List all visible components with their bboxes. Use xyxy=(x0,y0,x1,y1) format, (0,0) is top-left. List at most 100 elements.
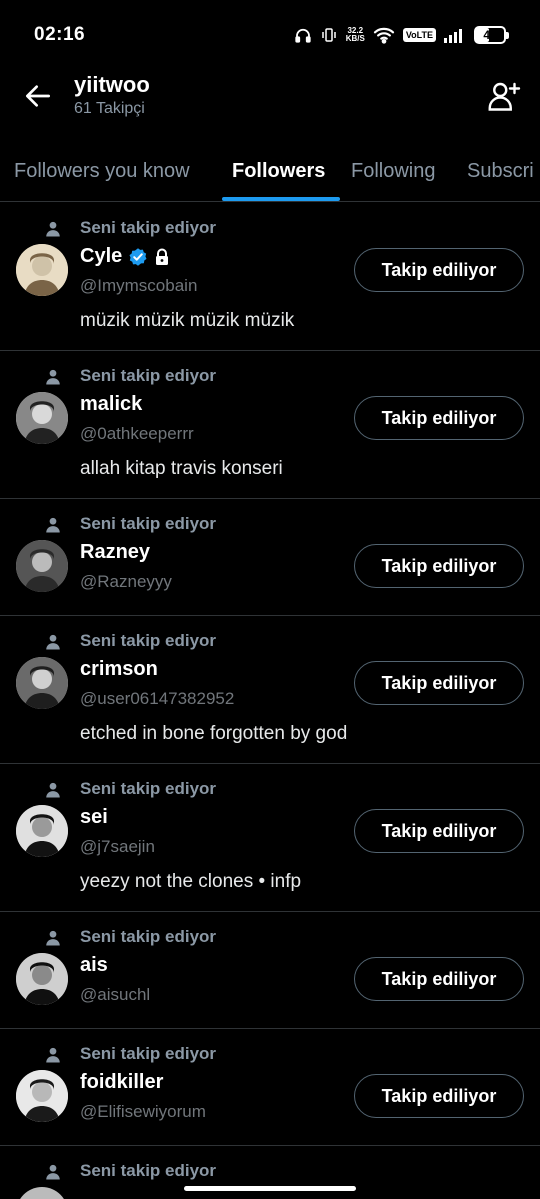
avatar-cyle-icon xyxy=(16,244,68,296)
avatar[interactable] xyxy=(16,1187,68,1199)
vibrate-icon xyxy=(321,28,336,42)
avatar[interactable] xyxy=(16,805,68,857)
user-display-name: malick xyxy=(80,393,143,415)
avatar[interactable] xyxy=(16,392,68,444)
follower-count: 61 Takipçi xyxy=(74,100,145,117)
person-icon xyxy=(46,1047,60,1063)
follower-row[interactable]: Seni takip ediyor malick @0athkeeperrr all… xyxy=(0,351,540,499)
avatar-razney-icon xyxy=(16,540,68,592)
person-icon xyxy=(46,782,60,798)
status-time: 02:16 xyxy=(34,24,86,45)
avatar[interactable] xyxy=(16,540,68,592)
back-button[interactable] xyxy=(22,80,54,112)
user-name[interactable]: Cyle xyxy=(80,245,170,268)
add-user-button[interactable] xyxy=(486,78,522,114)
user-handle: @Elifisewiyorum xyxy=(80,1102,206,1121)
page-title: yiitwoo xyxy=(74,72,150,97)
following-button[interactable]: Takip ediliyor xyxy=(354,957,524,1001)
network-speed: 32.2 KB/S xyxy=(346,27,365,43)
tab-subscriptions[interactable]: Subscri xyxy=(467,140,534,201)
user-handle: @aisuchl xyxy=(80,985,151,1004)
person-icon xyxy=(46,634,60,650)
follows-you-label: Seni takip ediyor xyxy=(80,366,217,385)
follows-you-label: Seni takip ediyor xyxy=(80,218,217,237)
volte-badge: VoLTE xyxy=(402,28,436,42)
following-button[interactable]: Takip ediliyor xyxy=(354,809,524,853)
avatar-crimson-icon xyxy=(16,657,68,709)
avatar-sei-icon xyxy=(16,805,68,857)
following-button[interactable]: Takip ediliyor xyxy=(354,661,524,705)
follows-you-label: Seni takip ediyor xyxy=(80,927,217,946)
active-tab-indicator xyxy=(222,197,340,201)
avatar[interactable] xyxy=(16,244,68,296)
status-icons: 32.2 KB/S VoLTE 46 xyxy=(294,24,509,46)
battery-level: 46 xyxy=(483,28,497,42)
user-bio: yeezy not the clones • infp xyxy=(80,871,302,892)
user-display-name: Razney xyxy=(80,541,151,563)
follows-you-label: Seni takip ediyor xyxy=(80,514,217,533)
follower-row[interactable]: Seni takip ediyor foidkiller @Elifisewiyo… xyxy=(0,1029,540,1146)
person-add-icon xyxy=(488,82,521,111)
user-display-name: crimson xyxy=(80,658,158,680)
avatar[interactable] xyxy=(16,1070,68,1122)
avatar-foidkiller-icon xyxy=(16,1070,68,1122)
user-display-name: sei xyxy=(80,806,108,828)
user-name[interactable]: foidkiller xyxy=(80,1071,163,1094)
person-icon xyxy=(46,221,60,237)
person-icon xyxy=(46,369,60,385)
user-bio: etched in bone forgotten by god xyxy=(80,723,348,744)
battery-icon: 46 xyxy=(474,26,509,44)
follower-row[interactable]: Seni takip ediyor Razney @Razneyyy Takip e… xyxy=(0,499,540,616)
headphones-icon xyxy=(295,28,311,43)
wifi-icon xyxy=(373,27,394,44)
user-handle: @0athkeeperrr xyxy=(80,424,194,443)
tab-followers[interactable]: Followers xyxy=(232,140,325,201)
person-icon xyxy=(46,517,60,533)
arrow-left-icon xyxy=(26,85,50,107)
follower-row[interactable]: Seni takip ediyor Cyle @Imymscobain müzik … xyxy=(0,203,540,351)
status-bar: 02:16 32.2 KB/S VoLTE 46 xyxy=(0,0,540,68)
user-name[interactable]: crimson xyxy=(80,658,158,681)
profile-header: yiitwoo 61 Takipçi xyxy=(0,68,540,138)
user-display-name: foidkiller xyxy=(80,1071,164,1093)
following-button[interactable]: Takip ediliyor xyxy=(354,396,524,440)
following-button[interactable]: Takip ediliyor xyxy=(354,1074,524,1118)
user-display-name: Cyle xyxy=(80,245,123,267)
avatar-ais-icon xyxy=(16,953,68,1005)
user-handle: @user06147382952 xyxy=(80,689,235,708)
avatar[interactable] xyxy=(16,953,68,1005)
user-display-name: ais xyxy=(80,954,108,976)
follows-you-label: Seni takip ediyor xyxy=(80,1161,217,1180)
tab-bar: Followers you know Followers Following S… xyxy=(0,140,540,202)
user-name[interactable]: ais xyxy=(80,954,108,977)
follows-you-label: Seni takip ediyor xyxy=(80,631,217,650)
following-button[interactable]: Takip ediliyor xyxy=(354,248,524,292)
follower-row[interactable]: Seni takip ediyor sei @j7saejin yeezy not … xyxy=(0,764,540,912)
person-icon xyxy=(46,930,60,946)
avatar[interactable] xyxy=(16,657,68,709)
user-handle: @Imymscobain xyxy=(80,276,198,295)
user-name[interactable]: malick xyxy=(80,393,142,416)
network-speed-unit: KB/S xyxy=(345,34,365,43)
follows-you-label: Seni takip ediyor xyxy=(80,779,217,798)
battery-cap xyxy=(506,32,509,39)
verified-badge-icon xyxy=(129,247,147,266)
lock-icon xyxy=(156,248,169,265)
following-button[interactable]: Takip ediliyor xyxy=(354,544,524,588)
tab-followers-you-know[interactable]: Followers you know xyxy=(14,140,190,201)
avatar-malick-icon xyxy=(16,392,68,444)
follower-row[interactable]: Seni takip ediyor xyxy=(0,1146,540,1199)
signal-icon xyxy=(444,29,462,43)
user-bio: müzik müzik müzik müzik xyxy=(80,310,295,331)
follower-row[interactable]: Seni takip ediyor ais @aisuchl Takip edili… xyxy=(0,912,540,1029)
tab-following[interactable]: Following xyxy=(351,140,435,201)
user-handle: @j7saejin xyxy=(80,837,155,856)
user-name[interactable]: sei xyxy=(80,806,108,829)
user-name[interactable]: Razney xyxy=(80,541,150,564)
follows-you-label: Seni takip ediyor xyxy=(80,1044,217,1063)
user-bio: allah kitap travis konseri xyxy=(80,458,283,479)
person-icon xyxy=(46,1164,60,1180)
follower-row[interactable]: Seni takip ediyor crimson @user0614738295… xyxy=(0,616,540,764)
user-handle: @Razneyyy xyxy=(80,572,172,591)
home-indicator[interactable] xyxy=(184,1186,356,1191)
